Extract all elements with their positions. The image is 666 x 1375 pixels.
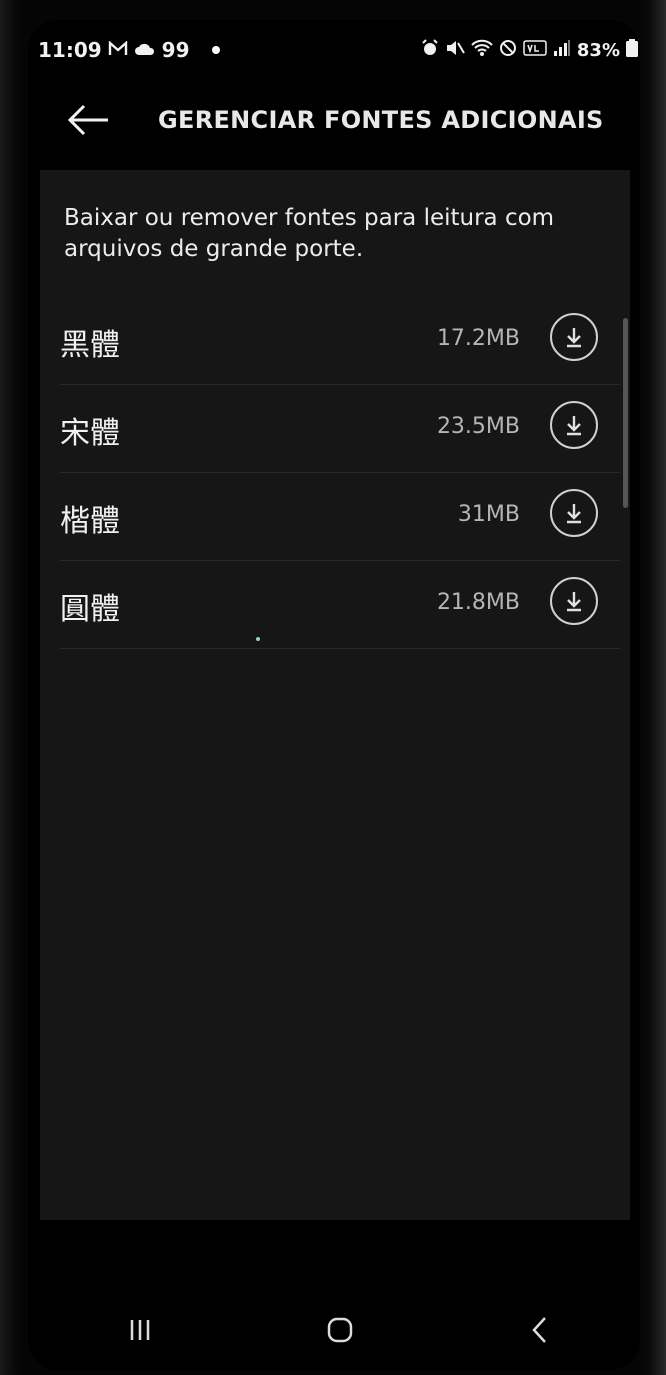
- font-file-size: 23.5MB: [436, 414, 520, 439]
- system-nav-bar: [40, 1290, 640, 1370]
- download-icon: [567, 416, 581, 436]
- home-icon: [327, 1317, 353, 1343]
- cloud-icon: [134, 38, 156, 62]
- fonts-panel: Baixar ou remover fontes para leitura co…: [40, 170, 630, 1220]
- block-icon: [499, 39, 517, 62]
- status-time: 11:09: [38, 38, 102, 62]
- signal-icon: [553, 39, 571, 62]
- download-button[interactable]: [550, 489, 598, 537]
- battery-icon: [626, 38, 638, 62]
- arrow-left-icon: [67, 104, 108, 136]
- font-name: 宋體: [60, 416, 120, 451]
- download-icon: [567, 504, 581, 524]
- phone-edge-left: [0, 0, 22, 1375]
- font-file-size: 21.8MB: [436, 590, 520, 615]
- font-row: 宋體 23.5MB: [60, 384, 620, 473]
- loading-dot: [256, 637, 260, 641]
- battery-level: 83%: [576, 39, 620, 61]
- volte-icon: [523, 39, 547, 62]
- mute-icon: [445, 39, 465, 62]
- notification-dot-icon: [211, 46, 220, 54]
- download-icon: [567, 328, 581, 348]
- wifi-icon: [471, 39, 493, 62]
- status-right: 83%: [421, 38, 638, 62]
- font-row: 圓體 21.8MB: [60, 560, 620, 649]
- font-file-size: 17.2MB: [436, 326, 520, 351]
- download-button[interactable]: [550, 313, 598, 361]
- font-name: 黑體: [60, 328, 120, 363]
- back-button[interactable]: [58, 90, 118, 150]
- font-name: 圓體: [60, 592, 120, 627]
- download-icon: [567, 592, 581, 612]
- scrollbar[interactable]: [623, 318, 628, 508]
- nav-back-button[interactable]: [510, 1300, 570, 1360]
- notification-count: 99: [161, 38, 190, 62]
- recents-icon: [130, 1320, 150, 1340]
- phone-edge-right: [638, 0, 666, 1375]
- mail-icon: [108, 38, 128, 62]
- recents-button[interactable]: [110, 1300, 170, 1360]
- font-file-size: 31MB: [457, 502, 520, 527]
- font-row: 楷體 31MB: [60, 472, 620, 561]
- home-button[interactable]: [310, 1300, 370, 1360]
- status-left: 11:09 99: [38, 38, 220, 62]
- description-text: Baixar ou remover fontes para leitura co…: [64, 205, 555, 262]
- app-header: GERENCIAR FONTES ADICIONAIS: [40, 80, 640, 160]
- download-button[interactable]: [550, 577, 598, 625]
- alarm-icon: [421, 38, 439, 62]
- status-bar: 11:09 99 83%: [38, 30, 638, 70]
- font-name: 楷體: [60, 504, 120, 539]
- page-title: GERENCIAR FONTES ADICIONAIS: [158, 106, 604, 134]
- download-button[interactable]: [550, 401, 598, 449]
- chevron-left-icon: [532, 1317, 546, 1343]
- font-row: 黑體 17.2MB: [60, 296, 620, 385]
